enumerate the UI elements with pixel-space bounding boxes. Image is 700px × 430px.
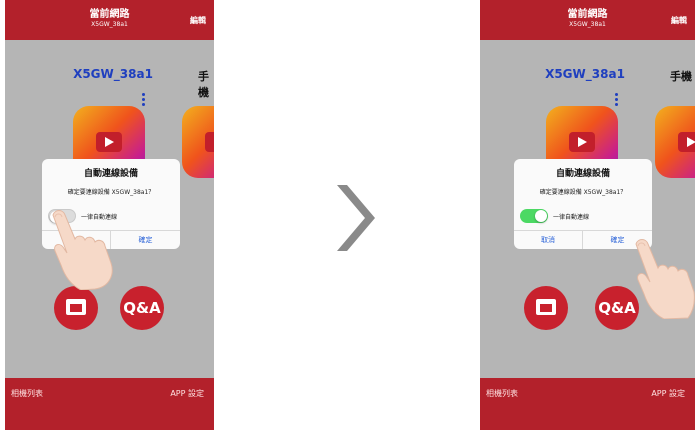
dialog-message: 確定要連線設備 X5GW_38a1？ bbox=[539, 189, 627, 196]
network-title: 當前網路 bbox=[89, 9, 130, 20]
device-name[interactable]: X5GW_38a1 bbox=[63, 67, 163, 81]
hand-pointer-icon bbox=[635, 239, 695, 319]
toggle-label: 一律自動連線 bbox=[553, 214, 590, 221]
camera-app-icon[interactable] bbox=[655, 106, 695, 178]
dialog-title: 自動連線設備 bbox=[555, 169, 610, 179]
dialog-title: 自動連線設備 bbox=[83, 169, 138, 179]
camera-list-tab[interactable]: 相機列表 bbox=[11, 388, 43, 399]
camera-app-icon[interactable] bbox=[182, 106, 214, 178]
app-settings-tab[interactable]: APP 設定 bbox=[651, 388, 685, 399]
hand-pointer-icon bbox=[52, 210, 113, 290]
top-bar: 當前網路 X5GW_38a1 編輯 bbox=[5, 0, 214, 40]
folder-photo-icon bbox=[66, 299, 86, 315]
device-name-2[interactable]: 手機 bbox=[670, 68, 692, 84]
more-vert-icon[interactable] bbox=[142, 93, 145, 108]
camera-list-tab[interactable]: 相機列表 bbox=[486, 388, 518, 399]
network-subtitle: X5GW_38a1 bbox=[91, 21, 128, 28]
gallery-button[interactable] bbox=[54, 286, 98, 330]
more-vert-icon[interactable] bbox=[615, 93, 618, 108]
app-settings-tab[interactable]: APP 設定 bbox=[170, 388, 204, 399]
bottom-bar: 相機列表 APP 設定 bbox=[5, 378, 214, 430]
left-phone-screen: 當前網路 X5GW_38a1 編輯 X5GW_38a1 手機 Q&A 相機列表 … bbox=[5, 0, 214, 430]
device-name-2[interactable]: 手機 bbox=[198, 68, 214, 100]
folder-photo-icon bbox=[536, 299, 556, 315]
device-name[interactable]: X5GW_38a1 bbox=[535, 67, 635, 81]
auto-connect-toggle[interactable] bbox=[520, 209, 548, 223]
edit-button[interactable]: 編輯 bbox=[671, 15, 687, 26]
gallery-button[interactable] bbox=[524, 286, 568, 330]
edit-button[interactable]: 編輯 bbox=[190, 15, 206, 26]
top-bar: 當前網路 X5GW_38a1 編輯 bbox=[480, 0, 695, 40]
right-phone-screen: 當前網路 X5GW_38a1 編輯 X5GW_38a1 手機 Q&A 相機列表 … bbox=[480, 0, 695, 430]
dialog-message: 確定要連線設備 X5GW_38a1？ bbox=[67, 189, 155, 196]
network-title: 當前網路 bbox=[567, 9, 608, 20]
network-subtitle: X5GW_38a1 bbox=[569, 21, 606, 28]
chevron-right-icon bbox=[337, 185, 375, 251]
bottom-bar: 相機列表 APP 設定 bbox=[480, 378, 695, 430]
cancel-button[interactable]: 取消 bbox=[514, 231, 583, 249]
qa-button[interactable]: Q&A bbox=[120, 286, 164, 330]
